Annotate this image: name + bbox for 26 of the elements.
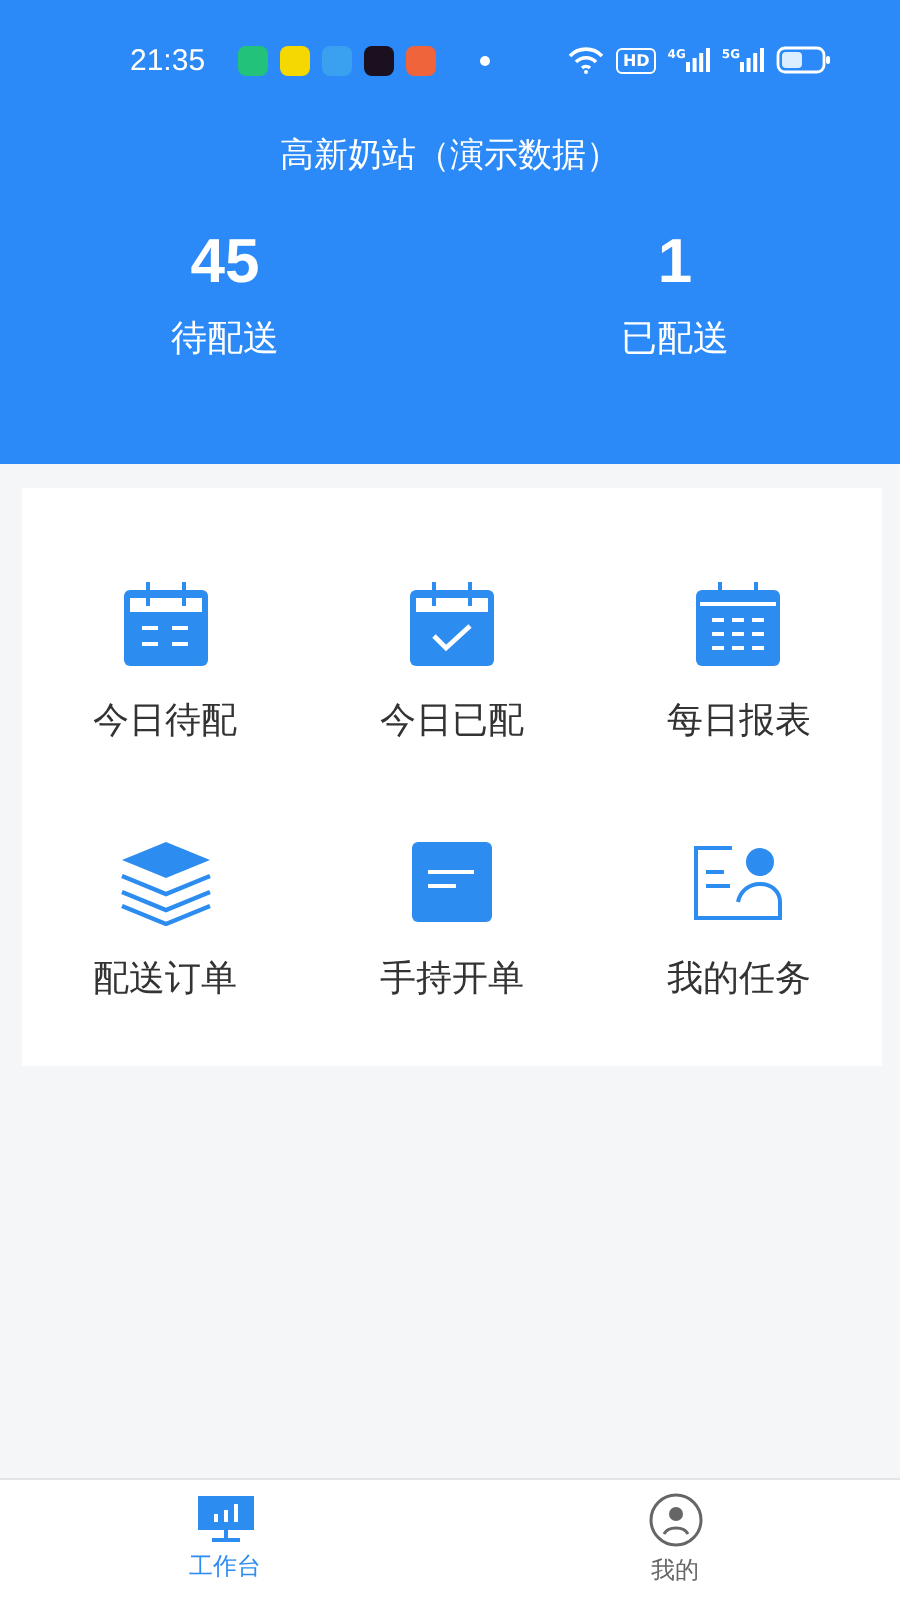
- menu-item-label[interactable]: 我的任务: [666, 953, 811, 1001]
- menu-item-label[interactable]: 每日报表: [666, 696, 811, 744]
- stat-label: 已配送: [621, 316, 729, 362]
- stat-label: 待配送: [171, 316, 279, 362]
- calendar-icon[interactable]: [121, 580, 210, 668]
- note-icon[interactable]: [409, 837, 494, 925]
- signal-icon: [685, 48, 710, 72]
- layers-icon[interactable]: [119, 837, 212, 925]
- calendar-icon[interactable]: [694, 580, 783, 668]
- menu-item-label[interactable]: 今日待配: [93, 696, 238, 744]
- battery-icon: [776, 46, 832, 74]
- user-icon: [647, 1492, 703, 1548]
- dot-icon: [479, 55, 490, 65]
- stat-value: 45: [190, 226, 260, 298]
- wifi-icon: [568, 46, 605, 74]
- status-time: 21:35: [130, 43, 206, 77]
- signal-icon: [740, 48, 764, 72]
- nav-tab[interactable]: 我的: [450, 1480, 900, 1600]
- menu-item-label[interactable]: 手持开单: [379, 953, 524, 1001]
- monitor-chart-icon: [197, 1496, 253, 1544]
- menu-item-label[interactable]: 配送订单: [93, 953, 238, 1001]
- station-title: 高新奶站（演示数据）: [278, 134, 622, 178]
- calendar-check-icon[interactable]: [407, 580, 496, 668]
- hd-badge: HD: [616, 47, 656, 73]
- menu-item-label[interactable]: 今日已配: [379, 696, 524, 744]
- stat-value: 1: [657, 226, 693, 298]
